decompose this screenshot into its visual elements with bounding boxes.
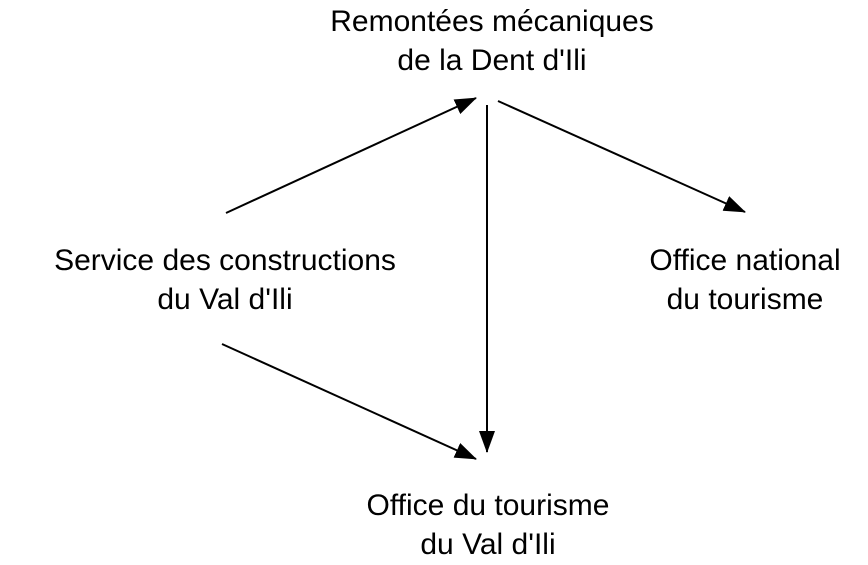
node-remontees-mecaniques: Remontées mécaniques de la Dent d'Ili: [292, 2, 692, 80]
node-top-line-1: Remontées mécaniques: [330, 5, 654, 38]
node-office-tourisme-val: Office du tourisme du Val d'Ili: [288, 486, 688, 564]
node-right-line-1: Office national: [649, 244, 841, 277]
arrow-left-to-top: [225, 97, 477, 214]
node-bottom-line-2: du Val d'Ili: [420, 528, 556, 561]
node-service-constructions: Service des constructions du Val d'Ili: [15, 241, 435, 319]
node-bottom-line-1: Office du tourisme: [366, 489, 610, 522]
node-left-line-1: Service des constructions: [54, 244, 396, 277]
node-top-line-2: de la Dent d'Ili: [397, 44, 587, 77]
node-left-line-2: du Val d'Ili: [157, 283, 293, 316]
node-right-line-2: du tourisme: [666, 283, 824, 316]
arrow-top-to-right: [497, 100, 746, 213]
arrow-left-to-bottom: [221, 343, 477, 460]
node-office-national-tourisme: Office national du tourisme: [626, 241, 864, 319]
